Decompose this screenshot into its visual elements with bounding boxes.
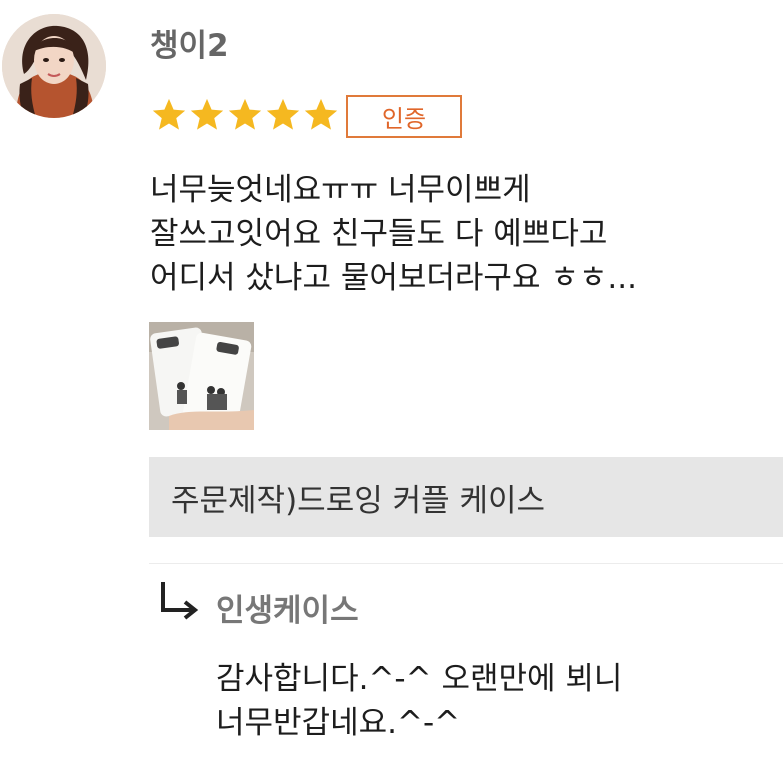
product-name: 주문제작)드로잉 커플 케이스 <box>171 483 546 519</box>
star-icon <box>304 98 338 130</box>
seller-reply-text: 감사합니다.^-^ 오랜만에 뵈니 너무반갑네요.^-^ <box>216 657 622 745</box>
review-photo-thumbnail[interactable] <box>149 322 254 430</box>
review-text-line: 잘쓰고잇어요 친구들도 다 예쁘다고 <box>150 216 608 252</box>
reply-arrow-icon <box>161 582 199 620</box>
reply-text-line: 감사합니다.^-^ 오랜만에 뵈니 <box>216 661 623 697</box>
review-text-line: 어디서 샀냐고 물어보더라구요 ㅎㅎ... <box>150 260 637 296</box>
product-link[interactable]: 주문제작)드로잉 커플 케이스 <box>149 457 783 537</box>
star-icon <box>266 98 300 130</box>
star-icon <box>228 98 262 130</box>
reply-text-line: 너무반갑네요.^-^ <box>216 705 461 741</box>
divider <box>149 563 783 564</box>
seller-name: 인생케이스 <box>216 593 359 629</box>
verified-badge: 인증 <box>346 95 462 138</box>
star-icon <box>190 98 224 130</box>
rating-stars <box>150 96 340 134</box>
star-icon <box>152 98 186 130</box>
reviewer-name: 챙이2 <box>150 28 229 64</box>
review-text-line: 너무늦엇네요ㅠㅠ 너무이쁘게 <box>150 172 531 208</box>
reviewer-avatar[interactable] <box>2 14 106 118</box>
review-text: 너무늦엇네요ㅠㅠ 너무이쁘게 잘쓰고잇어요 친구들도 다 예쁘다고 어디서 샀냐… <box>150 168 637 300</box>
